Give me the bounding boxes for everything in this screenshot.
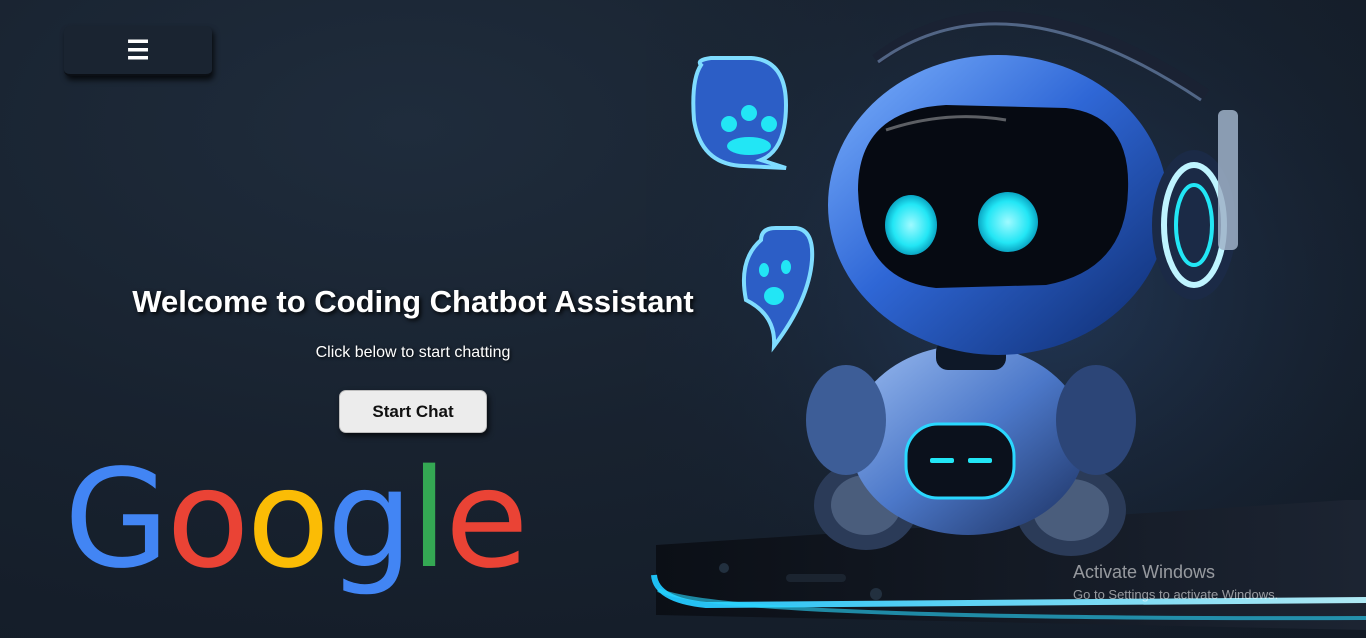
google-logo-letter-l: l [410, 441, 448, 599]
page-title: Welcome to Coding Chatbot Assistant [132, 284, 694, 319]
google-logo-letter-e: e [444, 441, 529, 599]
activate-windows-title: Activate Windows [1073, 562, 1216, 582]
google-logo-letter-o2: o [246, 441, 330, 599]
hamburger-menu-icon: ☰ [126, 35, 150, 65]
activate-windows-subtitle: Go to Settings to activate Windows. [1073, 587, 1279, 602]
activate-windows-watermark: Activate Windows Go to Settings to activ… [1073, 562, 1278, 602]
google-logo-letter-g: G [64, 441, 169, 599]
google-logo: Google [64, 452, 529, 588]
google-logo-letter-o1: o [166, 441, 249, 599]
start-chat-button[interactable]: Start Chat [339, 390, 487, 433]
menu-button[interactable]: ☰ [64, 26, 212, 76]
chat-bubble-large [691, 56, 789, 170]
google-logo-letter-g2: g [326, 441, 413, 599]
page-subtitle: Click below to start chatting [315, 344, 511, 361]
